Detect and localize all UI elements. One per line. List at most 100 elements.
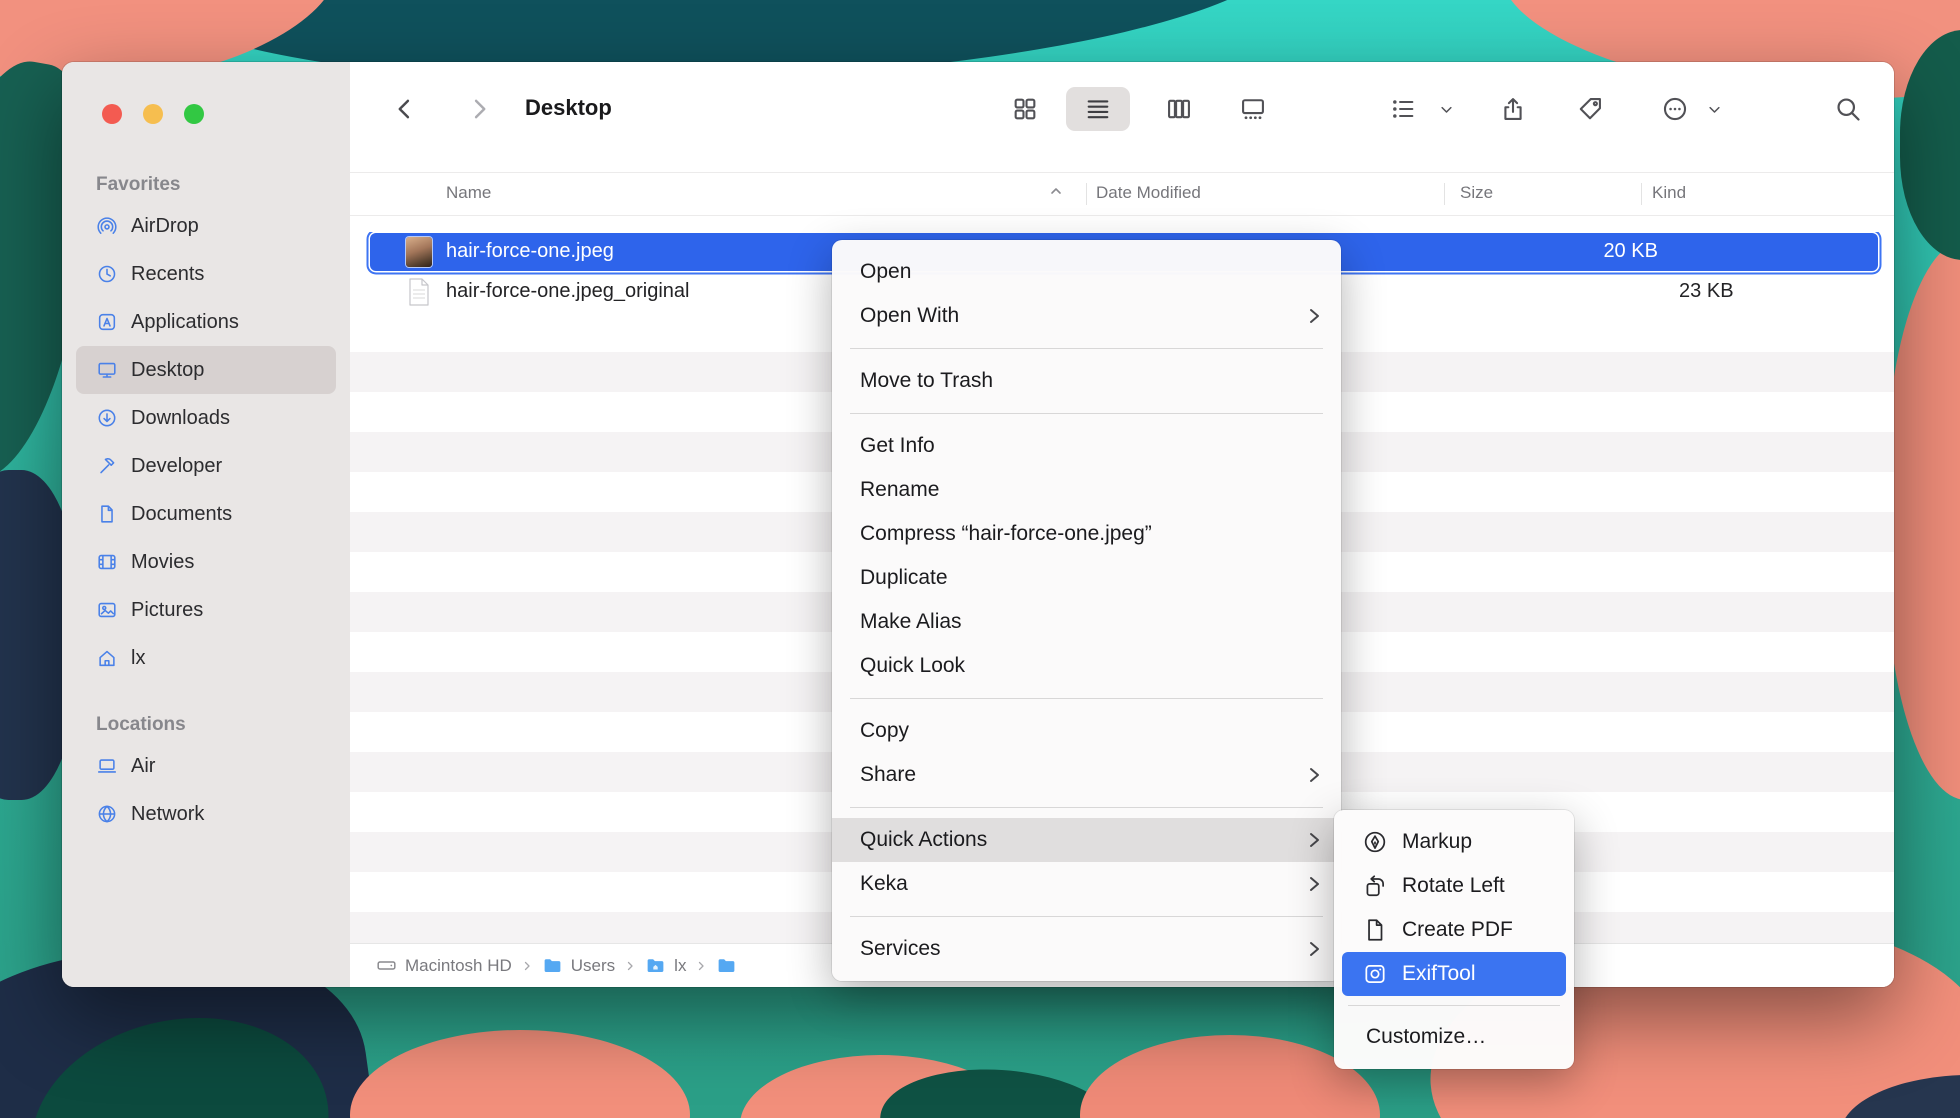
menu-item-label: Keka bbox=[860, 872, 908, 896]
menu-item-label: Share bbox=[860, 763, 916, 787]
sidebar-item-developer[interactable]: Developer bbox=[76, 442, 336, 490]
submenu-item-exiftool[interactable]: ExifTool bbox=[1342, 952, 1566, 996]
zoom-button[interactable] bbox=[184, 104, 204, 124]
folder-icon bbox=[645, 955, 666, 976]
forward-button[interactable] bbox=[465, 95, 493, 123]
menu-item-keka[interactable]: Keka bbox=[832, 862, 1341, 906]
submenu-item-customize[interactable]: Customize… bbox=[1342, 1015, 1566, 1059]
toolbar: Desktop bbox=[350, 62, 1894, 156]
icon-view-button[interactable] bbox=[1011, 95, 1039, 123]
menu-item-copy[interactable]: Copy bbox=[832, 709, 1341, 753]
path-item-users[interactable]: Users bbox=[542, 955, 615, 976]
sidebar-item-pictures[interactable]: Pictures bbox=[76, 586, 336, 634]
clock-icon bbox=[96, 263, 118, 285]
close-button[interactable] bbox=[102, 104, 122, 124]
chevron-right-icon bbox=[695, 960, 707, 972]
column-view-button[interactable] bbox=[1165, 95, 1193, 123]
sidebar-item-movies[interactable]: Movies bbox=[76, 538, 336, 586]
sidebar-item-applications[interactable]: Applications bbox=[76, 298, 336, 346]
create-pdf-icon bbox=[1362, 917, 1388, 943]
column-divider bbox=[1086, 183, 1087, 205]
chevron-down-icon[interactable] bbox=[1439, 102, 1454, 117]
menu-item-move-to-trash[interactable]: Move to Trash bbox=[832, 359, 1341, 403]
rotate-left-icon bbox=[1362, 873, 1388, 899]
menu-item-rename[interactable]: Rename bbox=[832, 468, 1341, 512]
menu-item-label: Make Alias bbox=[860, 610, 962, 634]
submenu-item-rotate-left[interactable]: Rotate Left bbox=[1342, 864, 1566, 908]
list-view-button[interactable] bbox=[1084, 95, 1112, 123]
document-icon bbox=[96, 503, 118, 525]
markup-icon bbox=[1362, 829, 1388, 855]
submenu-item-label: Customize… bbox=[1366, 1025, 1486, 1049]
menu-separator bbox=[1348, 1005, 1560, 1006]
column-header-size[interactable]: Size bbox=[1460, 183, 1493, 203]
menu-item-open-with[interactable]: Open With bbox=[832, 294, 1341, 338]
column-divider bbox=[1641, 183, 1642, 205]
menu-item-get-info[interactable]: Get Info bbox=[832, 424, 1341, 468]
file-kind: JPEG image bbox=[1885, 240, 1894, 262]
column-headers: Name Date Modified Size Kind bbox=[350, 172, 1894, 216]
menu-separator bbox=[850, 348, 1323, 349]
menu-item-make-alias[interactable]: Make Alias bbox=[832, 600, 1341, 644]
menu-item-share[interactable]: Share bbox=[832, 753, 1341, 797]
group-icon[interactable] bbox=[1389, 95, 1417, 123]
menu-separator bbox=[850, 413, 1323, 414]
share-icon[interactable] bbox=[1499, 95, 1527, 123]
sidebar-item-air[interactable]: Air bbox=[76, 742, 336, 790]
globe-icon bbox=[96, 803, 118, 825]
sidebar-item-label: lx bbox=[131, 647, 145, 670]
path-item-macintosh-hd[interactable]: Macintosh HD bbox=[376, 955, 512, 976]
photo-icon bbox=[96, 599, 118, 621]
menu-item-open[interactable]: Open bbox=[832, 250, 1341, 294]
menu-item-label: Get Info bbox=[860, 434, 935, 458]
submenu-item-markup[interactable]: Markup bbox=[1342, 820, 1566, 864]
back-button[interactable] bbox=[391, 95, 419, 123]
search-icon[interactable] bbox=[1834, 95, 1862, 123]
menu-item-quick-look[interactable]: Quick Look bbox=[832, 644, 1341, 688]
chevron-right-icon bbox=[624, 960, 636, 972]
menu-item-label: Move to Trash bbox=[860, 369, 993, 393]
hammer-icon bbox=[96, 455, 118, 477]
gallery-view-button[interactable] bbox=[1239, 95, 1267, 123]
sidebar-section-heading: Favorites bbox=[96, 174, 180, 196]
sidebar-item-airdrop[interactable]: AirDrop bbox=[76, 202, 336, 250]
sidebar-item-desktop[interactable]: Desktop bbox=[76, 346, 336, 394]
sidebar: Favorites AirDrop Recents Applications D… bbox=[62, 62, 351, 987]
sidebar-item-label: Downloads bbox=[131, 407, 230, 430]
tag-icon[interactable] bbox=[1576, 95, 1604, 123]
sidebar-item-lx[interactable]: lx bbox=[76, 634, 336, 682]
chevron-down-icon[interactable] bbox=[1707, 102, 1722, 117]
downloads-icon bbox=[96, 407, 118, 429]
menu-item-duplicate[interactable]: Duplicate bbox=[832, 556, 1341, 600]
menu-item-compress[interactable]: Compress “hair-force-one.jpeg” bbox=[832, 512, 1341, 556]
sidebar-item-downloads[interactable]: Downloads bbox=[76, 394, 336, 442]
sidebar-item-documents[interactable]: Documents bbox=[76, 490, 336, 538]
document-file-icon bbox=[408, 278, 430, 306]
submenu-arrow-icon bbox=[1307, 831, 1321, 849]
sidebar-favorites-list: AirDrop Recents Applications Desktop Dow… bbox=[76, 202, 336, 682]
menu-item-services[interactable]: Services bbox=[832, 927, 1341, 971]
submenu-item-create-pdf[interactable]: Create PDF bbox=[1342, 908, 1566, 952]
sidebar-locations-list: Air Network bbox=[76, 742, 336, 838]
desktop-background: Favorites AirDrop Recents Applications D… bbox=[0, 0, 1960, 1118]
column-header-date-modified[interactable]: Date Modified bbox=[1096, 183, 1201, 203]
sidebar-item-recents[interactable]: Recents bbox=[76, 250, 336, 298]
more-icon[interactable] bbox=[1661, 95, 1689, 123]
column-header-name[interactable]: Name bbox=[446, 183, 491, 203]
sidebar-item-network[interactable]: Network bbox=[76, 790, 336, 838]
airdrop-icon bbox=[96, 215, 118, 237]
sidebar-item-label: Documents bbox=[131, 503, 232, 526]
column-divider bbox=[1444, 183, 1445, 205]
menu-item-label: Quick Actions bbox=[860, 828, 987, 852]
file-size: 23 KB bbox=[1679, 280, 1733, 302]
column-header-kind[interactable]: Kind bbox=[1652, 183, 1686, 203]
menu-item-quick-actions[interactable]: Quick Actions bbox=[832, 818, 1341, 862]
folder-icon bbox=[542, 955, 563, 976]
menu-separator bbox=[850, 916, 1323, 917]
menu-item-label: Duplicate bbox=[860, 566, 948, 590]
path-item-lx[interactable]: lx bbox=[645, 955, 686, 976]
minimize-button[interactable] bbox=[143, 104, 163, 124]
path-item-folder[interactable] bbox=[716, 955, 737, 976]
menu-item-label: Services bbox=[860, 937, 941, 961]
sidebar-item-label: Recents bbox=[131, 263, 204, 286]
